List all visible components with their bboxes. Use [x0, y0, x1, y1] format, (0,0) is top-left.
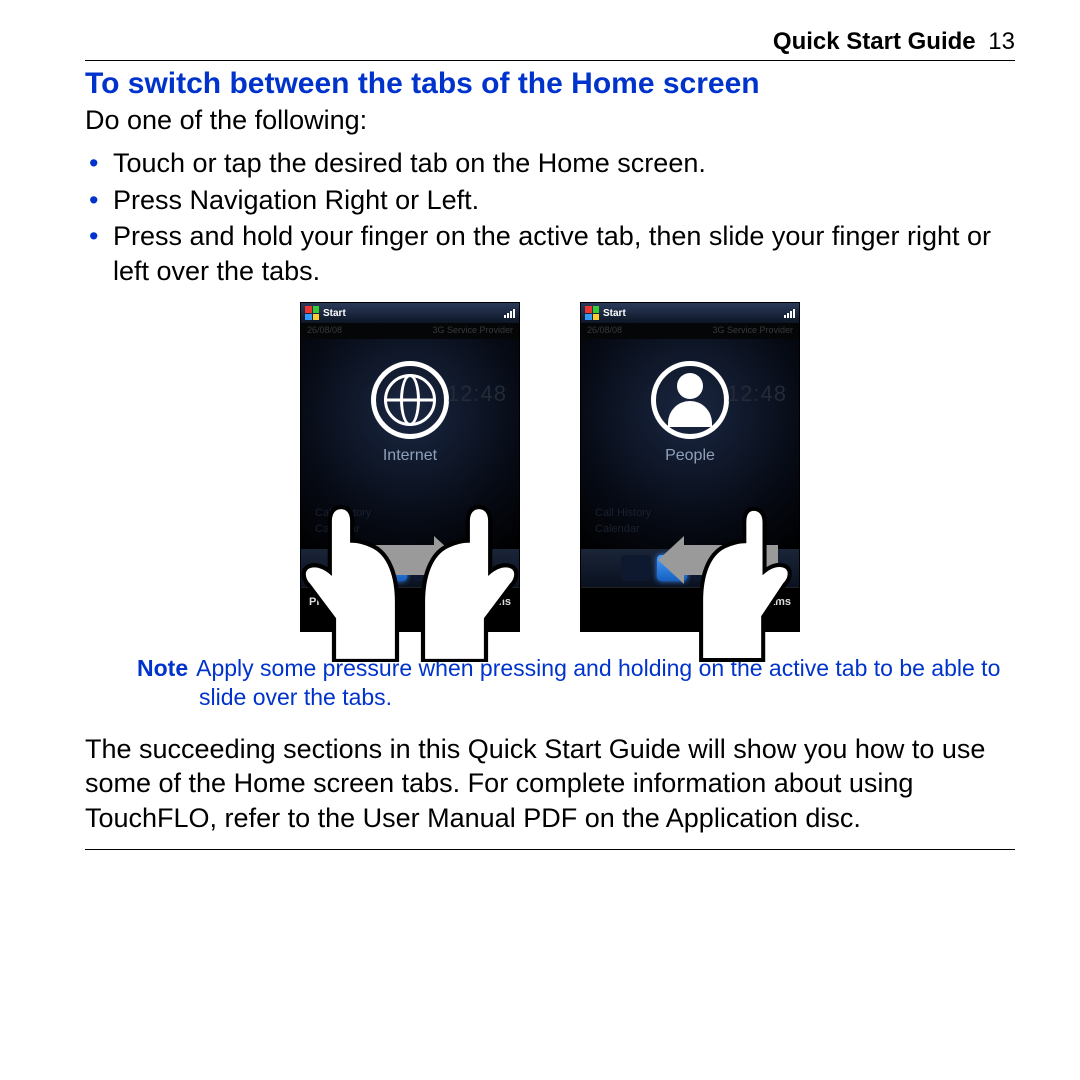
person-icon	[651, 361, 729, 439]
list-item: Press and hold your finger on the active…	[113, 219, 1015, 288]
windows-flag-icon	[305, 306, 319, 320]
softkey-right: Programs	[740, 596, 791, 608]
footer-rule	[85, 849, 1015, 850]
provider-label: 3G Service Provider	[432, 325, 513, 339]
list-item: Touch or tap the desired tab on the Home…	[113, 146, 1015, 181]
signal-icon	[504, 308, 515, 318]
globe-icon	[371, 361, 449, 439]
list-item: Press Navigation Right or Left.	[113, 183, 1015, 218]
softkey-right: ms	[495, 596, 511, 608]
status-bar: Start	[301, 303, 519, 323]
softkey-bar: Phone ms	[301, 587, 519, 615]
page-number: 13	[988, 28, 1015, 55]
clock-hint: 12:48	[727, 381, 787, 407]
note-text: Apply some pressure when pressing and ho…	[196, 655, 1000, 710]
swipe-right-arrow-icon	[340, 540, 460, 580]
active-tab-label: People	[665, 447, 715, 465]
windows-flag-icon	[585, 306, 599, 320]
date-label: 26/08/08	[587, 325, 622, 339]
start-label: Start	[323, 308, 346, 319]
home-main-area: 12:48 People Call History Calendar	[581, 339, 799, 549]
active-tab-label: Internet	[383, 447, 437, 465]
sub-status-bar: 26/08/08 3G Service Provider	[581, 323, 799, 339]
tab-slot	[621, 555, 651, 581]
phone-mock-people: Start 26/08/08 3G Service Provider 12:48…	[580, 302, 800, 632]
provider-label: 3G Service Provider	[712, 325, 793, 339]
faded-menu: Call History Calendar	[315, 505, 371, 537]
phone-mock-internet: Start 26/08/08 3G Service Provider 12:48…	[300, 302, 520, 632]
date-label: 26/08/08	[307, 325, 342, 339]
note-block: Note Apply some pressure when pressing an…	[99, 654, 1001, 712]
phone-illustrations: Start 26/08/08 3G Service Provider 12:48…	[85, 302, 1015, 632]
home-main-area: 12:48 Internet Call History Calendar	[301, 339, 519, 549]
sub-status-bar: 26/08/08 3G Service Provider	[301, 323, 519, 339]
header-title: Quick Start Guide	[773, 28, 976, 55]
softkey-bar: Programs	[581, 587, 799, 615]
start-label: Start	[603, 308, 626, 319]
note-label: Note	[137, 655, 188, 681]
instruction-list: Touch or tap the desired tab on the Home…	[85, 146, 1015, 288]
closing-paragraph: The succeeding sections in this Quick St…	[85, 732, 1015, 836]
signal-icon	[784, 308, 795, 318]
faded-menu: Call History Calendar	[595, 505, 651, 537]
status-bar: Start	[581, 303, 799, 323]
page-header: Quick Start Guide 13	[85, 28, 1015, 61]
swipe-left-arrow-icon	[658, 540, 778, 580]
clock-hint: 12:48	[447, 381, 507, 407]
softkey-left: Phone	[309, 596, 343, 608]
section-heading: To switch between the tabs of the Home s…	[85, 67, 1015, 101]
intro-text: Do one of the following:	[85, 105, 1015, 136]
